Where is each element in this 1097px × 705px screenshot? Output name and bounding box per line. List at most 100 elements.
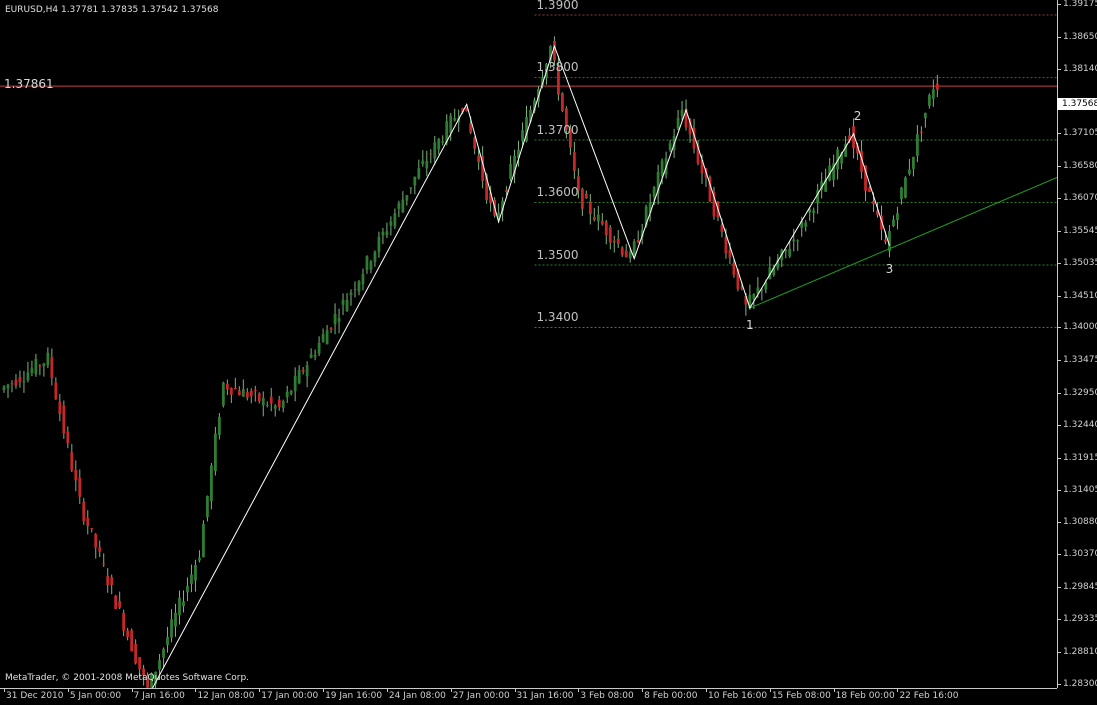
fib-level-label: 1.3800 bbox=[536, 60, 579, 75]
candle-body bbox=[796, 240, 800, 242]
candle-body bbox=[138, 657, 142, 670]
candle-body bbox=[54, 382, 58, 399]
candle-body bbox=[305, 365, 309, 377]
trend-line bbox=[749, 177, 1057, 309]
candle-body bbox=[596, 214, 600, 222]
price-axis-label: 1.39175 bbox=[1063, 0, 1097, 10]
chart-canvas[interactable] bbox=[0, 0, 1057, 688]
candle-body bbox=[365, 256, 369, 270]
price-axis-label: 1.34000 bbox=[1063, 322, 1097, 333]
candle-body bbox=[317, 342, 321, 354]
copyright-text: MetaTrader, © 2001-2008 MetaQuotes Softw… bbox=[5, 673, 250, 683]
candle-body bbox=[245, 392, 249, 398]
time-axis-label: 24 Jan 08:00 bbox=[388, 691, 446, 701]
candle-body bbox=[441, 141, 445, 143]
time-tick bbox=[386, 689, 388, 692]
candle-body bbox=[134, 643, 138, 664]
time-axis-label: 22 Feb 16:00 bbox=[899, 691, 959, 701]
candle-body bbox=[70, 452, 74, 471]
price-axis-label: 1.36580 bbox=[1063, 161, 1097, 172]
price-tick bbox=[1058, 587, 1061, 589]
time-tick bbox=[578, 689, 580, 692]
price-tick bbox=[1058, 424, 1061, 426]
candle-body bbox=[421, 160, 425, 165]
candle-body bbox=[620, 247, 624, 255]
price-axis-label: 1.33475 bbox=[1063, 355, 1097, 366]
candle-body bbox=[572, 152, 576, 171]
candle-body bbox=[353, 289, 357, 291]
candle-body bbox=[912, 156, 915, 169]
price-chart-plot[interactable]: EURUSD,H4 1.37781 1.37835 1.37542 1.3756… bbox=[0, 0, 1057, 688]
candle-body bbox=[580, 188, 584, 209]
price-tick bbox=[1058, 489, 1061, 491]
price-tick bbox=[1058, 198, 1061, 200]
candle-body bbox=[257, 393, 261, 402]
candle-body bbox=[935, 83, 939, 90]
price-tick bbox=[1058, 457, 1061, 459]
candle-body bbox=[521, 130, 524, 142]
candle-body bbox=[732, 262, 736, 275]
price-axis-label: 1.29335 bbox=[1063, 613, 1097, 624]
candle-body bbox=[608, 227, 612, 243]
price-axis-label: 1.30370 bbox=[1063, 549, 1097, 560]
candle-body bbox=[369, 261, 373, 270]
candle-body bbox=[241, 389, 245, 397]
time-axis-label: 27 Jan 00:00 bbox=[452, 691, 510, 701]
price-axis-label: 1.31405 bbox=[1063, 484, 1097, 495]
fib-level-label: 1.3700 bbox=[536, 122, 579, 137]
price-axis-label: 1.37105 bbox=[1063, 128, 1097, 139]
candle-body bbox=[122, 612, 126, 631]
candle-body bbox=[680, 109, 684, 116]
candle-body bbox=[561, 93, 564, 111]
candle-body bbox=[214, 433, 217, 472]
candle-body bbox=[389, 221, 393, 226]
candle-body bbox=[170, 619, 173, 638]
time-axis[interactable]: 31 Dec 2010 5 Jan 00:00 7 Jan 16:00 12 Jan … bbox=[0, 688, 1057, 705]
candle-body bbox=[58, 401, 62, 414]
time-axis-label: 3 Feb 08:00 bbox=[580, 691, 634, 701]
candle-body bbox=[341, 299, 345, 305]
time-tick bbox=[259, 689, 261, 692]
chart-window[interactable]: EURUSD,H4 1.37781 1.37835 1.37542 1.3756… bbox=[0, 0, 1097, 704]
candle-body bbox=[186, 585, 189, 593]
candle-body bbox=[249, 390, 253, 397]
candle-body bbox=[401, 199, 405, 213]
candle-body bbox=[313, 354, 317, 357]
price-axis-label: 1.35545 bbox=[1063, 225, 1097, 236]
time-tick bbox=[195, 689, 197, 692]
candle-body bbox=[908, 169, 911, 174]
candle-body bbox=[321, 333, 325, 342]
candle-body bbox=[792, 239, 796, 242]
candle-body bbox=[210, 465, 213, 502]
price-axis-label: 1.29845 bbox=[1063, 582, 1097, 593]
candle-body bbox=[162, 648, 165, 658]
price-tick bbox=[1058, 554, 1061, 556]
symbol-info: EURUSD,H4 1.37781 1.37835 1.37542 1.3756… bbox=[5, 5, 219, 15]
wave-label: 1 bbox=[746, 317, 754, 332]
time-axis-label: 12 Jan 08:00 bbox=[197, 691, 255, 701]
price-tick bbox=[1058, 36, 1061, 38]
candle-body bbox=[453, 118, 457, 121]
candle-body bbox=[676, 117, 680, 129]
candle-body bbox=[66, 431, 70, 444]
candle-body bbox=[919, 131, 923, 133]
candle-body bbox=[102, 563, 106, 565]
candle-body bbox=[86, 517, 90, 527]
price-axis-label: 1.36070 bbox=[1063, 193, 1097, 204]
price-tick bbox=[1058, 651, 1061, 653]
candle-body bbox=[812, 210, 816, 214]
fib-level-label: 1.3900 bbox=[536, 0, 579, 12]
candle-body bbox=[2, 386, 6, 391]
price-tick bbox=[1058, 133, 1061, 135]
candle-body bbox=[110, 577, 114, 585]
candle-body bbox=[289, 390, 293, 394]
candle-body bbox=[26, 372, 30, 381]
price-axis-label: 1.35035 bbox=[1063, 257, 1097, 268]
candle-body bbox=[433, 142, 437, 159]
price-axis-label: 1.38650 bbox=[1063, 31, 1097, 42]
candle-body bbox=[652, 187, 656, 197]
candle-body bbox=[253, 390, 257, 392]
candle-body bbox=[584, 193, 588, 199]
candle-body bbox=[50, 357, 54, 379]
candle-body bbox=[62, 405, 66, 434]
